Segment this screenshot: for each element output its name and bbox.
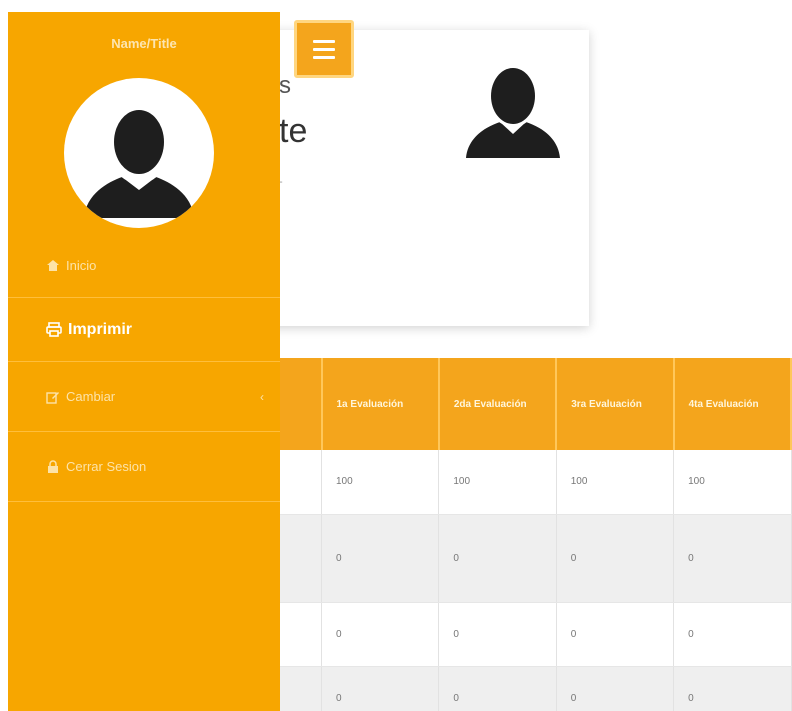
sidebar-avatar	[64, 78, 214, 228]
sidebar-item-inicio[interactable]: Inicio	[8, 234, 280, 298]
table-cell: 0	[321, 602, 440, 667]
table-row: 100 100 100 100	[190, 450, 792, 515]
sidebar-item-label: Cerrar Sesion	[66, 459, 147, 474]
table-cell: 0	[321, 666, 440, 711]
print-icon	[46, 321, 64, 338]
sidebar-item-cambiar[interactable]: Cambiar ‹	[8, 362, 280, 432]
user-silhouette-icon	[84, 110, 194, 218]
hamburger-line	[313, 39, 335, 43]
table-cell: 0	[438, 514, 557, 603]
column-header: 2da Evaluación	[438, 358, 558, 450]
hamburger-line	[313, 47, 335, 51]
table-cell: 0	[673, 666, 792, 711]
grades-table: 1a Evaluación 2da Evaluación 3ra Evaluac…	[190, 358, 792, 711]
table-cell: 0	[438, 602, 557, 667]
sidebar-item-label: Imprimir	[68, 320, 133, 338]
sidebar: Name/Title Inicio Imprimir Cambiar ‹ Cer…	[8, 12, 280, 711]
table-cell: 100	[556, 450, 675, 515]
table-cell: 0	[556, 602, 675, 667]
profile-subtitle: te	[279, 112, 308, 150]
table-cell: 0	[673, 514, 792, 603]
sidebar-item-cerrar-sesion[interactable]: Cerrar Sesion	[8, 432, 280, 502]
table-cell: 0	[673, 602, 792, 667]
menu-toggle-button[interactable]	[294, 20, 354, 78]
profile-title: s	[279, 72, 291, 99]
sidebar-user-name: Name/Title	[111, 36, 177, 51]
table-row: 0 0 0 0	[190, 514, 792, 603]
column-header: 4ta Evaluación	[673, 358, 792, 450]
table-header-row: 1a Evaluación 2da Evaluación 3ra Evaluac…	[190, 358, 792, 450]
table-cell: 0	[556, 514, 675, 603]
table-cell: 100	[321, 450, 440, 515]
table-cell: 100	[673, 450, 792, 515]
edit-icon	[46, 390, 62, 404]
hamburger-line	[313, 55, 335, 59]
table-cell: 0	[556, 666, 675, 711]
lock-icon	[46, 459, 62, 474]
home-icon	[46, 259, 62, 273]
sidebar-item-label: Inicio	[66, 258, 97, 273]
table-cell: 0	[438, 666, 557, 711]
sidebar-menu: Inicio Imprimir Cambiar ‹ Cerrar Sesion	[8, 234, 280, 502]
profile-avatar-icon	[458, 62, 568, 162]
column-header: 3ra Evaluación	[556, 358, 675, 450]
sidebar-item-imprimir[interactable]: Imprimir	[8, 298, 280, 362]
table-row: 0 0 0 0	[190, 666, 792, 711]
table-cell: 0	[321, 514, 440, 603]
column-header: 1a Evaluación	[321, 358, 440, 450]
table-row: 0 0 0 0	[190, 602, 792, 667]
app-root: s te - 1a Evaluación 2da Evaluación 3ra …	[0, 0, 792, 711]
chevron-left-icon: ‹	[260, 389, 264, 404]
table-cell: 100	[438, 450, 557, 515]
sidebar-item-label: Cambiar	[66, 389, 116, 404]
